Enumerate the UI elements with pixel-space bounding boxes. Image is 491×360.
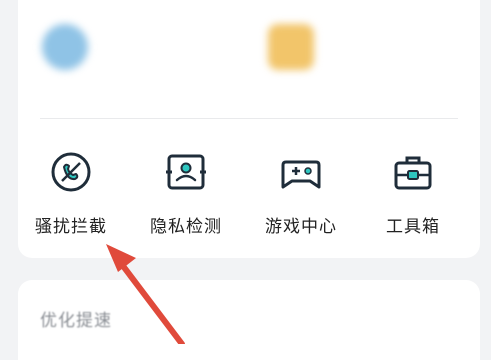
toolbox-icon — [394, 156, 432, 190]
optimize-section: 优化提速 — [18, 280, 480, 360]
tool-label: 工具箱 — [386, 217, 440, 237]
feature-left-icon — [42, 24, 88, 70]
feature-left[interactable] — [42, 24, 102, 70]
gamepad-icon — [281, 160, 321, 189]
tool-harassment-block[interactable]: 骚扰拦截 — [16, 150, 126, 237]
phone-shield-icon — [51, 152, 91, 192]
tool-game-center[interactable]: 游戏中心 — [246, 150, 356, 237]
feature-right-icon — [268, 24, 314, 70]
tool-label: 骚扰拦截 — [35, 217, 107, 237]
tool-grid: 骚扰拦截 隐私检测 游戏中心 工具箱 — [0, 150, 491, 250]
tool-label: 隐私检测 — [150, 217, 222, 237]
section-title: 优化提速 — [40, 311, 112, 331]
tool-toolbox[interactable]: 工具箱 — [358, 150, 468, 237]
privacy-scan-icon — [166, 154, 206, 190]
tool-privacy-check[interactable]: 隐私检测 — [131, 150, 241, 237]
divider — [40, 118, 458, 119]
feature-right[interactable] — [268, 24, 328, 70]
tool-label: 游戏中心 — [265, 217, 337, 237]
